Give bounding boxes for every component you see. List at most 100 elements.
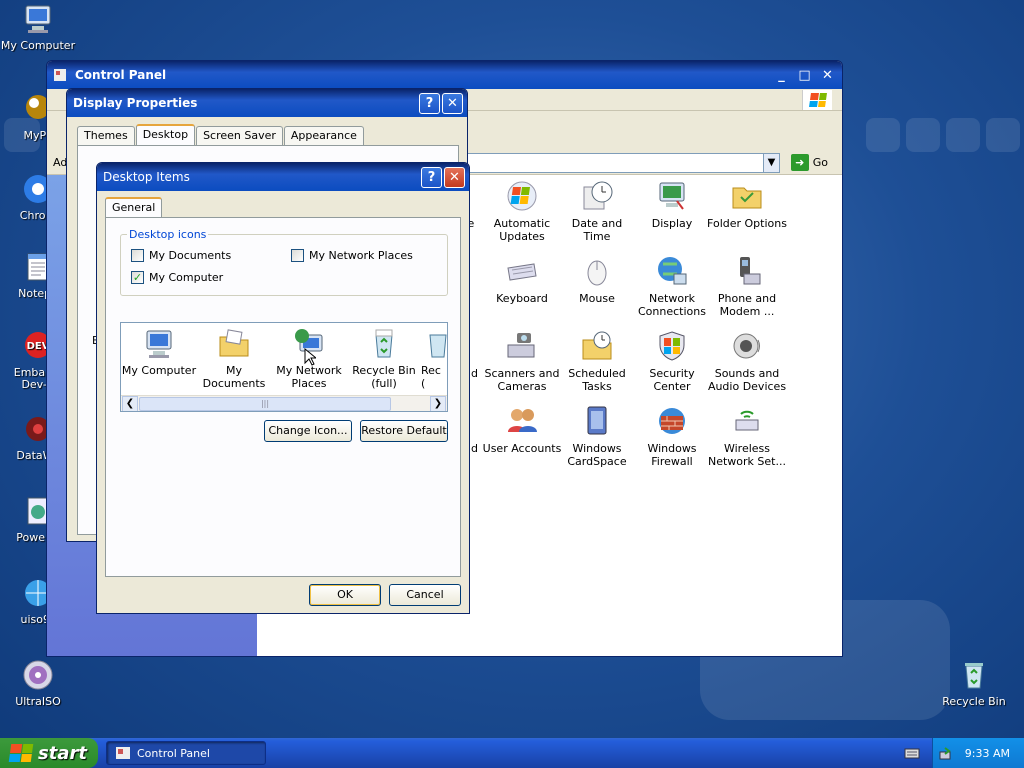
cp-item-label: User Accounts <box>482 442 562 455</box>
go-button[interactable]: ➜ Go <box>790 154 828 171</box>
tab-screen-saver[interactable]: Screen Saver <box>196 126 283 147</box>
keyboard-icon <box>507 263 537 281</box>
close-button[interactable]: ✕ <box>442 92 463 114</box>
general-tab-panel: Desktop icons My Documents My Network Pl… <box>105 217 461 577</box>
listview-item-label: My Network Places <box>276 364 342 390</box>
cp-item-keyboard[interactable]: Keyboard <box>482 254 562 305</box>
cp-item-automatic-updates[interactable]: Automatic Updates <box>482 179 562 243</box>
network-tray-icon[interactable] <box>939 745 955 761</box>
listview-item-label: Rec ( <box>421 364 441 390</box>
tab-appearance[interactable]: Appearance <box>283 126 364 147</box>
desktop-icon-recycle-bin[interactable]: Recycle Bin <box>936 658 1012 708</box>
wallpaper-tile <box>986 118 1020 152</box>
wireless-icon <box>735 410 759 431</box>
cp-item-label: Keyboard <box>496 292 548 305</box>
cp-item-date-and-time[interactable]: Date and Time <box>557 179 637 243</box>
windows-flag-icon <box>8 744 34 762</box>
cp-item-scanners-and-cameras[interactable]: Scanners and Cameras <box>482 329 562 393</box>
mouse-cursor-icon <box>304 348 316 366</box>
cp-item-label: Sounds and Audio Devices <box>707 367 787 393</box>
cancel-button[interactable]: Cancel <box>389 584 461 606</box>
cp-item-phone-and-modem[interactable]: Phone and Modem ... <box>707 254 787 318</box>
cp-item-network-connections[interactable]: Network Connections <box>632 254 712 318</box>
clock[interactable]: 9:33 AM <box>965 747 1010 760</box>
cp-item-windows-firewall[interactable]: Windows Firewall <box>632 404 712 468</box>
restore-default-button[interactable]: Restore Default <box>360 420 448 442</box>
checkbox-my-documents[interactable]: My Documents <box>131 249 231 262</box>
help-button[interactable]: ? <box>421 166 442 188</box>
checkbox-my-network-places[interactable]: My Network Places <box>291 249 413 262</box>
taskbar-item-control-panel[interactable]: Control Panel <box>106 741 266 765</box>
scroll-left-button[interactable]: ❮ <box>122 396 138 411</box>
help-button[interactable]: ? <box>419 92 440 114</box>
display-tabs: Themes Desktop Screen Saver Appearance <box>77 124 365 147</box>
keyboard-tray-icon[interactable] <box>904 746 920 760</box>
group-title: Desktop icons <box>127 228 209 241</box>
maximize-button[interactable]: □ <box>794 65 815 86</box>
wallpaper-tile <box>866 118 900 152</box>
cp-item-folder-options[interactable]: Folder Options <box>707 179 787 230</box>
recycle-bin-icon <box>965 663 983 689</box>
cp-item-windows-cardspace[interactable]: Windows CardSpace <box>557 404 637 468</box>
cp-item-mouse[interactable]: Mouse <box>557 254 637 305</box>
tab-themes[interactable]: Themes <box>77 126 135 147</box>
checkbox-box[interactable] <box>291 249 304 262</box>
listview-item-recycle-bin-empty[interactable]: Rec ( <box>421 327 447 390</box>
desktop-items-titlebar[interactable]: Desktop Items ? ✕ <box>97 163 469 191</box>
cp-item-label: Network Connections <box>638 292 706 318</box>
desktop-icons-listview[interactable]: My Computer My Documents My Network Plac… <box>120 322 448 412</box>
listview-item-label: My Documents <box>202 364 266 390</box>
checkbox-box[interactable] <box>131 249 144 262</box>
window-title: Display Properties <box>73 96 198 110</box>
listview-item-my-documents[interactable]: My Documents <box>196 327 272 390</box>
go-label: Go <box>812 156 828 169</box>
firewall-icon <box>659 408 685 434</box>
listview-item-label: My Computer <box>121 364 197 377</box>
change-icon-button[interactable]: Change Icon... <box>264 420 352 442</box>
cp-item-scheduled-tasks[interactable]: Scheduled Tasks <box>557 329 637 393</box>
tab-desktop[interactable]: Desktop <box>135 124 196 145</box>
close-button[interactable]: ✕ <box>444 166 465 188</box>
listview-horizontal-scrollbar[interactable]: ❮ ||| ❯ <box>121 395 447 411</box>
computer-icon <box>146 330 172 358</box>
start-label: start <box>38 742 87 764</box>
minimize-button[interactable]: _ <box>771 65 792 86</box>
listview-item-my-computer[interactable]: My Computer <box>121 327 197 377</box>
address-dropdown-button[interactable]: ▼ <box>763 153 780 173</box>
tab-general[interactable]: General <box>105 197 163 218</box>
desktop-items-dialog: Desktop Items ? ✕ General Desktop icons … <box>96 162 470 614</box>
cardspace-icon <box>587 406 607 435</box>
listview-item-recycle-bin-full[interactable]: Recycle Bin (full) <box>346 327 422 390</box>
scheduled-tasks-icon <box>582 331 612 360</box>
cp-item-wireless-network-setup[interactable]: Wireless Network Set... <box>707 404 787 468</box>
desktop-icon-label: My Computer <box>0 39 76 52</box>
desktop-icons-group: Desktop icons My Documents My Network Pl… <box>120 228 448 296</box>
ok-button[interactable]: OK <box>309 584 381 606</box>
scroll-thumb[interactable]: ||| <box>139 397 391 411</box>
cp-item-user-accounts[interactable]: User Accounts <box>482 404 562 455</box>
mouse-icon <box>587 260 607 286</box>
control-panel-icon <box>54 69 66 81</box>
control-panel-titlebar[interactable]: Control Panel _ □ ✕ <box>47 61 842 89</box>
display-properties-titlebar[interactable]: Display Properties ? ✕ <box>67 89 467 117</box>
scroll-right-button[interactable]: ❯ <box>430 396 446 411</box>
desktop-icon-label: UltraISO <box>15 695 61 708</box>
cp-item-sounds-and-audio[interactable]: Sounds and Audio Devices <box>707 329 787 393</box>
recycle-bin-full-icon <box>375 329 393 358</box>
cp-item-security-center[interactable]: Security Center <box>632 329 712 393</box>
desktop-icon-my-computer[interactable]: My Computer <box>0 2 76 52</box>
recycle-bin-icon <box>429 334 447 358</box>
checkbox-my-computer[interactable]: ✓ My Computer <box>131 271 223 284</box>
checkbox-box-checked[interactable]: ✓ <box>131 271 144 284</box>
cp-item-label: Folder Options <box>707 217 787 230</box>
cp-item-display[interactable]: Display <box>632 179 712 230</box>
close-button[interactable]: ✕ <box>817 65 838 86</box>
wallpaper-tile <box>946 118 980 152</box>
start-button[interactable]: start <box>0 738 98 768</box>
system-tray: 9:33 AM <box>932 738 1024 768</box>
checkbox-label: My Documents <box>149 249 232 262</box>
partial-item-label: d <box>471 367 478 380</box>
clock-icon <box>583 181 613 210</box>
disc-icon <box>23 660 53 690</box>
desktop-icon-ultraiso[interactable]: UltraISO <box>0 658 76 708</box>
